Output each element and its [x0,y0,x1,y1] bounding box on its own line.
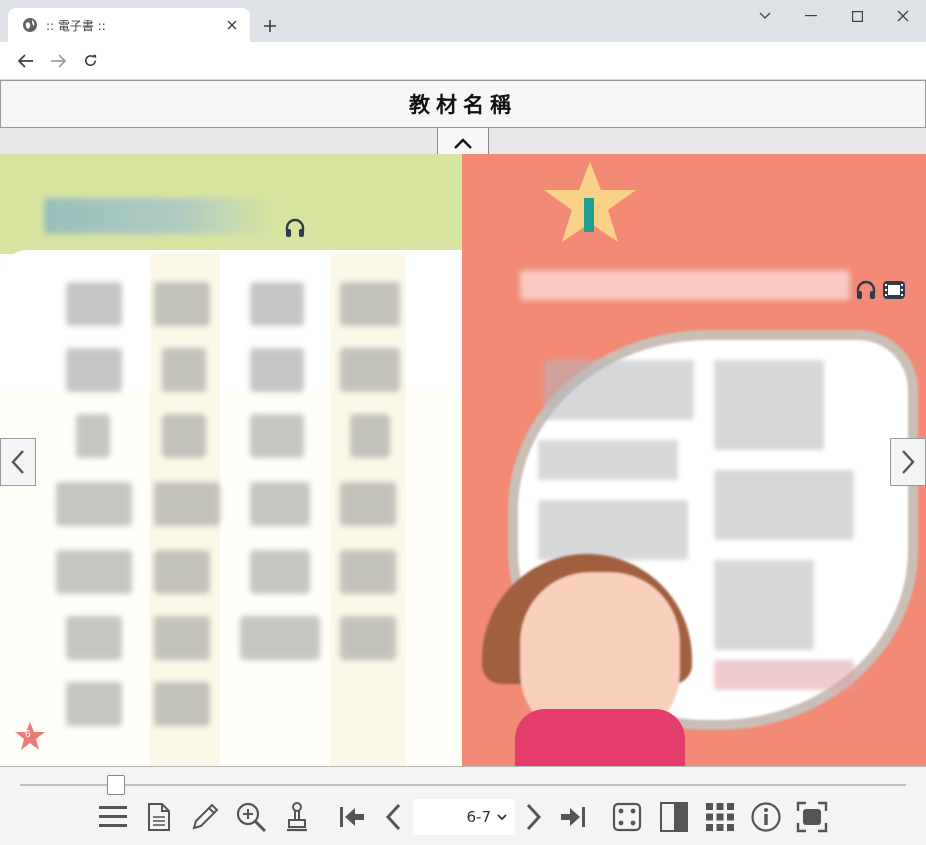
globe-icon [22,17,38,33]
alphabet-letter[interactable] [340,348,400,392]
viewer-toolbar: 6-7 [0,766,926,845]
tab-search-icon[interactable] [742,0,788,32]
left-page: 6 [0,154,462,766]
app-header: 教材名稱 [0,80,926,128]
reload-icon[interactable] [74,47,106,75]
blurred-unit-heading [520,270,850,300]
page-number-badge: 6 [14,720,46,752]
alphabet-letter[interactable] [154,550,210,594]
alphabet-letter[interactable] [66,282,122,326]
headphones-icon[interactable] [283,216,307,240]
headphones-icon[interactable] [854,278,878,302]
browser-tab-strip: :: 電子書 :: [0,0,926,42]
alphabet-letter[interactable] [154,616,210,660]
alphabet-letter[interactable] [250,282,304,326]
page-select[interactable]: 6-7 [413,799,515,835]
alphabet-letter[interactable] [66,682,122,726]
last-page-icon[interactable] [555,799,591,835]
minimize-icon[interactable] [788,0,834,32]
page-slider-thumb[interactable] [106,775,125,795]
forward-icon[interactable] [42,47,74,75]
dice-icon[interactable] [609,799,645,835]
book-viewer: 6 [0,154,926,766]
alphabet-letter[interactable] [162,414,206,458]
next-page-icon[interactable] [516,799,552,835]
browser-tab[interactable]: :: 電子書 :: [8,8,250,42]
chevron-down-icon [497,813,507,821]
unit-star-icon [544,162,636,242]
document-icon[interactable] [141,799,177,835]
single-page-icon[interactable] [656,799,692,835]
first-page-icon[interactable] [334,799,370,835]
page-slider-track[interactable] [20,784,906,786]
alphabet-letter[interactable] [250,550,310,594]
window-close-icon[interactable] [880,0,926,32]
page-title: 教材名稱 [409,93,517,117]
video-icon[interactable] [882,278,906,302]
alphabet-letter[interactable] [56,482,132,526]
previous-page-button[interactable] [0,438,36,486]
chevron-up-icon [454,138,472,149]
alphabet-letter[interactable] [340,550,396,594]
alphabet-letter[interactable] [250,482,310,526]
maximize-icon[interactable] [834,0,880,32]
alphabet-letter[interactable] [66,348,122,392]
alphabet-letter[interactable] [56,550,132,594]
fullscreen-icon[interactable] [794,799,830,835]
alphabet-letter[interactable] [154,282,210,326]
menu-icon[interactable] [95,799,131,835]
alphabet-letter[interactable] [250,348,304,392]
new-tab-button[interactable] [258,14,282,38]
browser-toolbar [0,42,926,80]
back-icon[interactable] [10,47,42,75]
tab-title: :: 電子書 :: [46,18,106,33]
stamp-icon[interactable] [279,799,315,835]
chevron-left-icon [11,450,24,474]
thumbnail-grid-icon[interactable] [702,799,738,835]
chevron-right-icon [902,450,915,474]
alphabet-letter[interactable] [340,282,400,326]
previous-page-icon[interactable] [375,799,411,835]
alphabet-letter[interactable] [250,414,304,458]
alphabet-letter[interactable] [350,414,390,458]
zoom-in-icon[interactable] [233,799,269,835]
page-select-value: 6-7 [466,808,492,826]
pencil-icon[interactable] [187,799,223,835]
alphabet-letter[interactable] [162,348,206,392]
alphabet-letter[interactable] [340,482,396,526]
alphabet-letter[interactable] [76,414,110,458]
blurred-heading [44,198,274,234]
info-icon[interactable] [748,799,784,835]
next-page-button[interactable] [890,438,926,486]
address-bar[interactable] [116,47,906,75]
page-number: 6 [25,729,31,740]
alphabet-letter[interactable] [240,616,320,660]
alphabet-letter[interactable] [154,482,220,526]
alphabet-letter[interactable] [154,682,210,726]
close-icon[interactable] [224,17,240,33]
alphabet-letter[interactable] [340,616,396,660]
alphabet-letter[interactable] [66,616,122,660]
